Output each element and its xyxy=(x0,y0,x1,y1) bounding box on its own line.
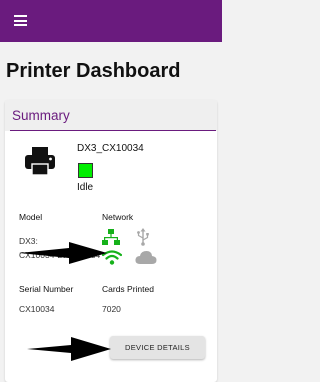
network-label: Network xyxy=(102,212,134,222)
header-divider xyxy=(10,130,216,131)
annotation-arrow-model xyxy=(19,242,107,264)
summary-card: Summary DX3_CX10034 Idle Model DX3: CX10… xyxy=(5,100,217,382)
summary-title: Summary xyxy=(12,108,70,123)
model-label: Model xyxy=(19,212,43,222)
status-text: Idle xyxy=(77,182,94,193)
printer-icon xyxy=(25,147,55,176)
serial-number-value: CX10034 xyxy=(19,304,55,314)
status-indicator xyxy=(78,163,93,178)
device-details-button[interactable]: DEVICE DETAILS xyxy=(110,336,205,359)
summary-card-header: Summary xyxy=(5,100,217,131)
cards-printed-value: 7020 xyxy=(102,304,121,314)
cards-printed-label: Cards Printed xyxy=(102,284,154,294)
annotation-arrow-details xyxy=(27,337,111,361)
hamburger-menu-icon[interactable] xyxy=(14,15,27,26)
cloud-icon xyxy=(135,251,157,264)
device-name: DX3_CX10034 xyxy=(77,143,144,154)
usb-icon xyxy=(137,228,149,246)
app-bar xyxy=(0,0,222,42)
serial-number-label: Serial Number xyxy=(19,284,74,294)
page-title: Printer Dashboard xyxy=(6,60,181,82)
